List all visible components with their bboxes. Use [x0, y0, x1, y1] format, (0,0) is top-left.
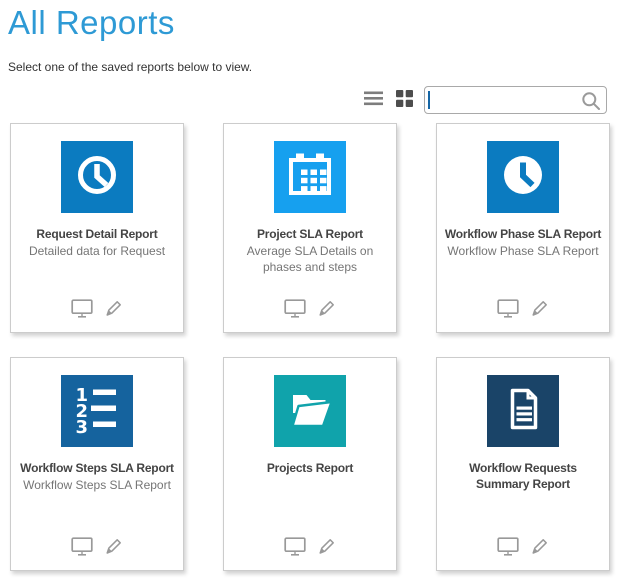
view-report-button[interactable]	[71, 537, 93, 559]
report-tile: 1 2 3	[61, 375, 133, 447]
clock-solid-icon	[487, 139, 559, 216]
report-subtitle: Detailed data for Request	[11, 243, 183, 259]
report-title: Workflow Steps SLA Report	[11, 460, 183, 476]
report-card-projects-report[interactable]: Projects Report	[223, 357, 397, 571]
report-tile	[487, 375, 559, 447]
pencil-icon	[317, 298, 337, 321]
all-reports-page: All Reports Select one of the saved repo…	[0, 4, 628, 571]
clock-outline-icon	[61, 139, 133, 216]
edit-report-button[interactable]	[317, 298, 337, 321]
grid-view-icon	[396, 90, 413, 110]
view-report-button[interactable]	[497, 299, 519, 321]
pencil-icon	[317, 536, 337, 559]
pencil-icon	[104, 298, 124, 321]
view-report-button[interactable]	[71, 299, 93, 321]
report-cards-grid: Request Detail Report Detailed data for …	[10, 123, 628, 571]
monitor-icon	[71, 537, 93, 559]
report-subtitle: Workflow Phase SLA Report	[437, 243, 609, 259]
report-card-workflow-requests-summary-report[interactable]: Workflow Requests Summary Report	[436, 357, 610, 571]
card-actions	[437, 536, 609, 559]
search-icon[interactable]	[581, 91, 601, 116]
report-subtitle: Average SLA Details on phases and steps	[224, 243, 396, 275]
monitor-icon	[284, 537, 306, 559]
card-actions	[437, 298, 609, 321]
page-title: All Reports	[8, 4, 628, 42]
report-tile	[487, 141, 559, 213]
folder-open-icon	[274, 373, 346, 450]
edit-report-button[interactable]	[530, 536, 550, 559]
edit-report-button[interactable]	[104, 298, 124, 321]
page-subtitle: Select one of the saved reports below to…	[8, 60, 628, 74]
report-tile	[274, 375, 346, 447]
report-tile	[274, 141, 346, 213]
monitor-icon	[497, 537, 519, 559]
monitor-icon	[284, 299, 306, 321]
report-title: Project SLA Report	[224, 226, 396, 242]
toolbar	[0, 86, 607, 114]
report-title: Workflow Phase SLA Report	[437, 226, 609, 242]
view-report-button[interactable]	[284, 299, 306, 321]
document-icon	[487, 373, 559, 450]
report-title: Request Detail Report	[11, 226, 183, 242]
card-actions	[224, 298, 396, 321]
pencil-icon	[530, 298, 550, 321]
card-actions	[11, 298, 183, 321]
edit-report-button[interactable]	[104, 536, 124, 559]
view-report-button[interactable]	[497, 537, 519, 559]
monitor-icon	[71, 299, 93, 321]
report-card-workflow-phase-sla-report[interactable]: Workflow Phase SLA Report Workflow Phase…	[436, 123, 610, 333]
report-tile	[61, 141, 133, 213]
card-actions	[11, 536, 183, 559]
report-title: Projects Report	[224, 460, 396, 476]
calendar-icon	[274, 139, 346, 216]
text-caret	[428, 91, 430, 109]
numbered-list-icon: 1 2 3	[61, 373, 133, 450]
report-subtitle: Workflow Steps SLA Report	[11, 477, 183, 493]
svg-text:3: 3	[75, 417, 88, 438]
report-title: Workflow Requests Summary Report	[437, 460, 609, 492]
grid-view-button[interactable]	[394, 88, 415, 112]
edit-report-button[interactable]	[530, 298, 550, 321]
list-view-button[interactable]	[362, 89, 385, 111]
report-card-workflow-steps-sla-report[interactable]: 1 2 3 Workflow Steps SLA Report Workflow…	[10, 357, 184, 571]
report-card-project-sla-report[interactable]: Project SLA Report Average SLA Details o…	[223, 123, 397, 333]
edit-report-button[interactable]	[317, 536, 337, 559]
list-view-icon	[364, 91, 383, 109]
view-report-button[interactable]	[284, 537, 306, 559]
search-box[interactable]	[424, 86, 607, 114]
report-card-request-detail-report[interactable]: Request Detail Report Detailed data for …	[10, 123, 184, 333]
pencil-icon	[530, 536, 550, 559]
card-actions	[224, 536, 396, 559]
pencil-icon	[104, 536, 124, 559]
monitor-icon	[497, 299, 519, 321]
